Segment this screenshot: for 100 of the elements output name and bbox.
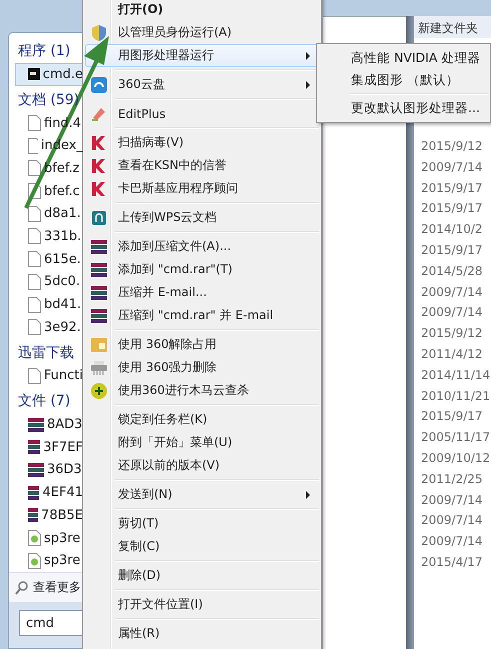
date-cell-text: 2009/7/14 xyxy=(421,533,484,550)
antivirus-icon xyxy=(92,182,106,196)
date-cell-text: 2014/5/28 xyxy=(421,262,484,280)
books-icon xyxy=(91,308,107,324)
date-cell-text: 2014/11/14 xyxy=(421,366,491,384)
date-cell-text: 2009/7/14 xyxy=(421,304,484,322)
menu-item[interactable]: 用图形处理器运行 xyxy=(85,44,319,67)
menu-item[interactable]: 添加到 "cmd.rar"(T) xyxy=(85,258,319,281)
date-cell-text: 2009/10/12 xyxy=(421,450,491,467)
menu-item[interactable]: 扫描病毒(V) xyxy=(85,131,319,154)
menu-item[interactable]: 查看在KSN中的信誉 xyxy=(85,154,319,177)
web-file-icon xyxy=(28,530,41,546)
document-icon xyxy=(28,274,41,290)
document-icon xyxy=(28,251,41,268)
search-result-item[interactable]: 615e. xyxy=(9,248,83,270)
search-result-item[interactable]: 8AD3 xyxy=(9,413,83,436)
document-icon xyxy=(28,206,41,222)
date-cell-text: 2009/7/14 xyxy=(421,492,484,509)
folder-title: 新建文件夹 xyxy=(414,16,491,38)
search-result-item[interactable]: 3F7EF xyxy=(9,436,83,459)
date-cell-text: 2009/7/14 xyxy=(421,158,484,176)
menu-item[interactable]: 发送到(N) xyxy=(85,483,319,506)
menu-item[interactable]: 锁定到任务栏(K) xyxy=(85,408,319,431)
books-icon xyxy=(91,262,107,278)
books-icon xyxy=(28,462,44,478)
date-cell-text: 2014/10/2 xyxy=(421,221,484,238)
menu-item[interactable]: 复制(C) xyxy=(85,535,319,558)
search-result-item[interactable]: 4EF41 xyxy=(9,481,83,504)
menu-item[interactable]: 使用 360解除占用 xyxy=(85,333,319,356)
search-result-item[interactable]: 331b. xyxy=(9,225,83,248)
search-result-item[interactable]: 36D3 xyxy=(9,458,83,482)
shield-icon xyxy=(92,24,106,40)
menu-item[interactable]: 使用360进行木马云查杀 xyxy=(85,379,319,402)
document-icon xyxy=(28,296,41,313)
console-icon xyxy=(28,68,40,80)
plus-icon xyxy=(91,382,107,398)
books-icon xyxy=(28,439,40,456)
menu-item[interactable]: 更改默认图形处理器... xyxy=(319,97,488,119)
menu-item[interactable]: 属性(R) xyxy=(85,622,319,645)
menu-item[interactable]: 添加到压缩文件(A)... xyxy=(85,235,319,258)
document-icon xyxy=(28,368,41,384)
menu-item[interactable]: 高性能 NVIDIA 处理器 xyxy=(319,47,488,69)
date-cell-text: 2015/9/17 xyxy=(421,180,484,197)
menu-item[interactable]: 剪切(T) xyxy=(85,512,319,535)
search-result-item[interactable]: 3e92. xyxy=(9,316,83,339)
caret-icon xyxy=(306,491,310,499)
search-icon xyxy=(15,580,29,595)
menu-item[interactable]: 上传到WPS云文档 xyxy=(85,206,319,229)
caret-icon xyxy=(306,81,310,89)
menu-item[interactable]: 卡巴斯基应用程序顾问 xyxy=(85,177,319,200)
date-cell-text: 2015/9/12 xyxy=(421,325,484,342)
editor-icon xyxy=(91,106,107,122)
search-result-item[interactable]: sp3re xyxy=(9,549,83,572)
menu-item[interactable]: 压缩到 "cmd.rar" 并 E-mail xyxy=(85,304,319,327)
antivirus-icon xyxy=(92,136,106,150)
books-icon xyxy=(28,507,38,524)
date-cell-text: 2005/11/17 xyxy=(421,429,491,446)
search-result-item[interactable]: cmd.e xyxy=(15,63,83,86)
date-cell-text: 2015/9/17 xyxy=(421,242,484,259)
shredder-icon xyxy=(91,360,107,374)
date-cell-text: 2009/7/14 xyxy=(421,512,484,530)
menu-item[interactable]: 删除(D) xyxy=(85,564,319,587)
books-icon xyxy=(28,484,40,501)
date-cell-text: 2015/9/17 xyxy=(421,408,484,426)
search-result-item[interactable]: d8a1. xyxy=(9,202,83,226)
section-heading: 文件 (7) xyxy=(17,392,72,412)
books-icon xyxy=(28,416,44,433)
books-icon xyxy=(91,284,107,300)
antivirus-icon xyxy=(92,158,106,172)
date-cell-text: 2009/7/14 xyxy=(421,284,484,301)
document-icon xyxy=(28,319,41,336)
menu-item[interactable]: EditPlus xyxy=(85,102,319,125)
date-cell-text: 2011/2/25 xyxy=(421,470,484,488)
menu-item[interactable]: 使用 360强力删除 xyxy=(85,356,319,379)
menu-item[interactable]: 以管理员身份运行(A) xyxy=(85,21,319,44)
date-cell-text: 2011/4/12 xyxy=(421,346,484,363)
menu-item[interactable]: 打开(O) xyxy=(85,0,319,21)
date-cell-text: 2015/9/12 xyxy=(421,138,484,155)
document-icon xyxy=(28,115,41,132)
menu-item[interactable]: 360云盘 xyxy=(85,73,319,96)
search-result-item[interactable]: sp3re xyxy=(9,526,83,550)
search-result-item[interactable]: 5dc0. xyxy=(9,270,83,294)
upload-icon xyxy=(92,210,106,224)
menu-item[interactable]: 附到「开始」菜单(U) xyxy=(85,431,319,454)
search-result-item[interactable]: Functi xyxy=(9,364,83,388)
section-heading: 迅雷下载 xyxy=(17,344,75,363)
search-result-item[interactable]: bd41. xyxy=(9,293,83,316)
search-field[interactable]: cmd xyxy=(19,610,83,636)
books-icon xyxy=(91,238,107,254)
cloud-icon xyxy=(91,76,107,92)
menu-item[interactable]: 压缩并 E-mail... xyxy=(85,281,319,304)
menu-item[interactable]: 还原以前的版本(V) xyxy=(85,454,319,477)
folder-icon xyxy=(91,338,107,352)
menu-item[interactable]: 集成图形 （默认） xyxy=(319,69,488,91)
menu-item[interactable]: 打开文件位置(I) xyxy=(85,593,319,616)
caret-icon xyxy=(306,52,310,60)
web-file-icon xyxy=(28,552,41,569)
search-result-item[interactable]: bfef.c xyxy=(9,180,83,202)
see-more-link[interactable]: 查看更多 xyxy=(9,572,83,602)
search-result-item[interactable]: 78B5E xyxy=(9,504,83,527)
